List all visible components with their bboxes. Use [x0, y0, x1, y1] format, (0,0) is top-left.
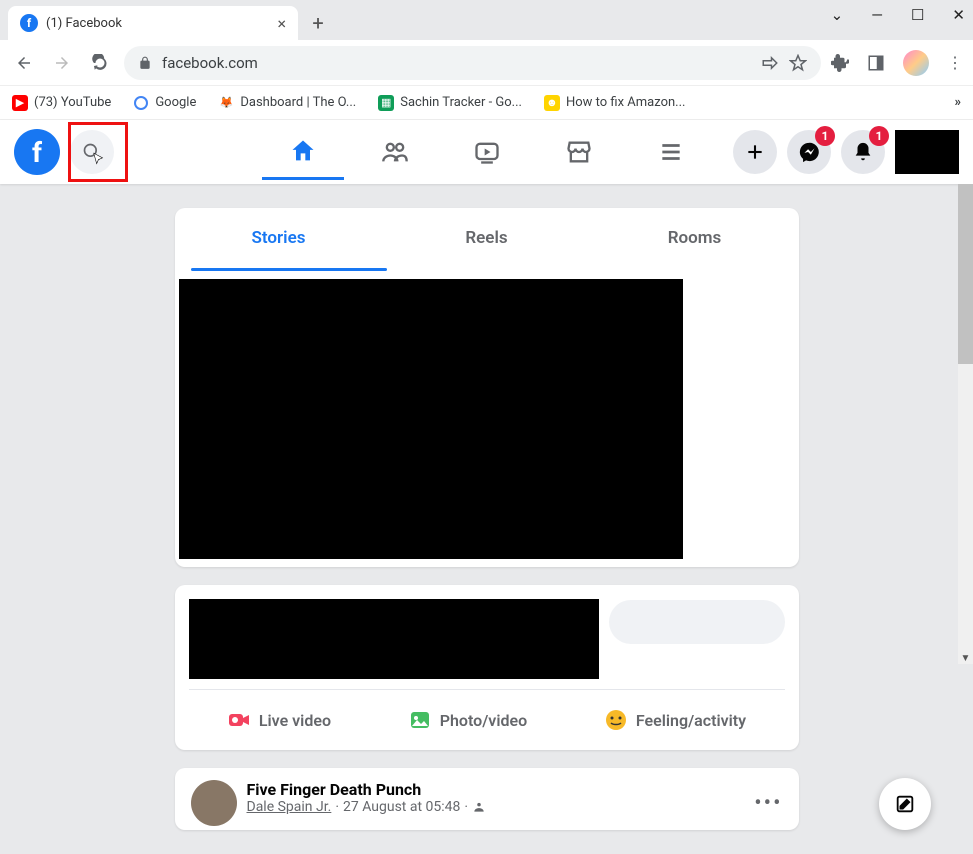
- right-nav: 1 1: [733, 130, 959, 174]
- url-text: facebook.com: [162, 54, 258, 72]
- nav-marketplace[interactable]: [538, 124, 620, 180]
- forward-button[interactable]: [48, 49, 76, 77]
- tab-rooms[interactable]: Rooms: [591, 208, 799, 268]
- stories-tabs: Stories Reels Rooms: [175, 208, 799, 268]
- extensions-icon[interactable]: [831, 54, 849, 72]
- tab-reels[interactable]: Reels: [383, 208, 591, 268]
- scroll-down-arrow[interactable]: ▼: [958, 653, 973, 664]
- chevron-down-icon[interactable]: ⌄: [831, 6, 844, 24]
- dashboard-icon: 🦊: [218, 95, 234, 111]
- reload-button[interactable]: [86, 49, 114, 77]
- bookmark-amazon[interactable]: ☻ How to fix Amazon...: [544, 95, 686, 111]
- new-post-fab[interactable]: [879, 778, 931, 830]
- notifications-badge: 1: [869, 126, 889, 146]
- bookmark-youtube[interactable]: ▶ (73) YouTube: [12, 95, 111, 111]
- edit-icon: [894, 793, 916, 815]
- photo-video-icon: [408, 708, 432, 732]
- post-card: Five Finger Death Punch Dale Spain Jr. ·…: [175, 768, 799, 830]
- post-title[interactable]: Five Finger Death Punch: [247, 780, 745, 799]
- divider: [189, 689, 785, 690]
- new-tab-button[interactable]: +: [304, 9, 332, 37]
- post-avatar[interactable]: [191, 780, 237, 826]
- composer-input[interactable]: [609, 600, 785, 644]
- chrome-profile-avatar[interactable]: [903, 50, 929, 76]
- scrollbar-thumb[interactable]: [958, 184, 973, 364]
- hamburger-icon: [658, 139, 684, 165]
- notifications-button[interactable]: 1: [841, 130, 885, 174]
- facebook-logo[interactable]: f: [14, 129, 60, 175]
- highlight-box: [68, 122, 128, 182]
- scrollbar[interactable]: ▼: [958, 184, 973, 664]
- nav-menu[interactable]: [630, 124, 712, 180]
- google-icon: [133, 95, 149, 111]
- live-video-icon: [227, 708, 251, 732]
- active-tab-underline: [191, 268, 387, 271]
- feeling-icon: [604, 708, 628, 732]
- panel-icon[interactable]: [867, 54, 885, 72]
- youtube-icon: ▶: [12, 95, 28, 111]
- marketplace-icon: [565, 138, 593, 166]
- minimize-window-icon[interactable]: —: [871, 6, 883, 24]
- window-controls: ⌄ — ☐ ✕: [831, 6, 965, 24]
- messenger-icon: [798, 141, 820, 163]
- bookmark-sheets[interactable]: ▦ Sachin Tracker - Go...: [378, 95, 522, 111]
- nav-friends[interactable]: [354, 124, 436, 180]
- facebook-header: f 1 1: [0, 120, 973, 184]
- amazon-icon: ☻: [544, 95, 560, 111]
- browser-tab[interactable]: f (1) Facebook ×: [8, 6, 298, 40]
- post-meta: Dale Spain Jr. · 27 August at 05:48 ·: [247, 799, 745, 815]
- facebook-favicon: f: [20, 14, 38, 32]
- messenger-button[interactable]: 1: [787, 130, 831, 174]
- main-content: Stories Reels Rooms Live video: [0, 184, 973, 854]
- feeling-activity-button[interactable]: Feeling/activity: [590, 700, 760, 740]
- audience-friends-icon: [472, 800, 486, 814]
- home-icon: [289, 137, 317, 165]
- bookmarks-overflow-icon[interactable]: »: [955, 95, 962, 110]
- nav-watch[interactable]: [446, 124, 528, 180]
- bookmarks-bar: ▶ (73) YouTube Google 🦊 Dashboard | The …: [0, 86, 973, 120]
- story-tile-redacted[interactable]: [179, 279, 683, 559]
- close-tab-icon[interactable]: ×: [277, 14, 286, 33]
- post-author[interactable]: Dale Spain Jr.: [247, 799, 332, 815]
- friends-icon: [381, 138, 409, 166]
- nav-home[interactable]: [262, 124, 344, 180]
- post-menu-button[interactable]: •••: [754, 791, 782, 816]
- plus-icon: [745, 142, 765, 162]
- stories-card: Stories Reels Rooms: [175, 208, 799, 567]
- browser-toolbar: facebook.com ⋮: [0, 40, 973, 86]
- bell-icon: [852, 141, 874, 163]
- tab-stories[interactable]: Stories: [175, 208, 383, 268]
- messenger-badge: 1: [815, 126, 835, 146]
- back-button[interactable]: [10, 49, 38, 77]
- center-nav: [262, 120, 712, 184]
- bookmark-google[interactable]: Google: [133, 95, 196, 111]
- profile-picture[interactable]: [895, 130, 959, 174]
- browser-titlebar: f (1) Facebook × + ⌄ — ☐ ✕: [0, 0, 973, 40]
- stories-body: [175, 275, 799, 567]
- google-sheets-icon: ▦: [378, 95, 394, 111]
- lock-icon: [138, 56, 152, 70]
- composer-actions: Live video Photo/video Feeling/activity: [189, 700, 785, 740]
- close-window-icon[interactable]: ✕: [952, 6, 965, 24]
- bookmark-star-icon[interactable]: [789, 54, 807, 72]
- create-button[interactable]: [733, 130, 777, 174]
- post-time[interactable]: 27 August at 05:48: [343, 799, 460, 815]
- photo-video-button[interactable]: Photo/video: [394, 700, 541, 740]
- address-bar[interactable]: facebook.com: [124, 46, 821, 80]
- composer-card: Live video Photo/video Feeling/activity: [175, 585, 799, 750]
- maximize-window-icon[interactable]: ☐: [911, 6, 924, 24]
- watch-icon: [473, 138, 501, 166]
- tab-title: (1) Facebook: [46, 16, 269, 31]
- chrome-menu-icon[interactable]: ⋮: [947, 53, 963, 72]
- share-icon[interactable]: [761, 54, 779, 72]
- bookmark-dashboard[interactable]: 🦊 Dashboard | The O...: [218, 95, 356, 111]
- composer-redacted: [189, 599, 599, 679]
- extension-icons: ⋮: [831, 50, 963, 76]
- live-video-button[interactable]: Live video: [213, 700, 345, 740]
